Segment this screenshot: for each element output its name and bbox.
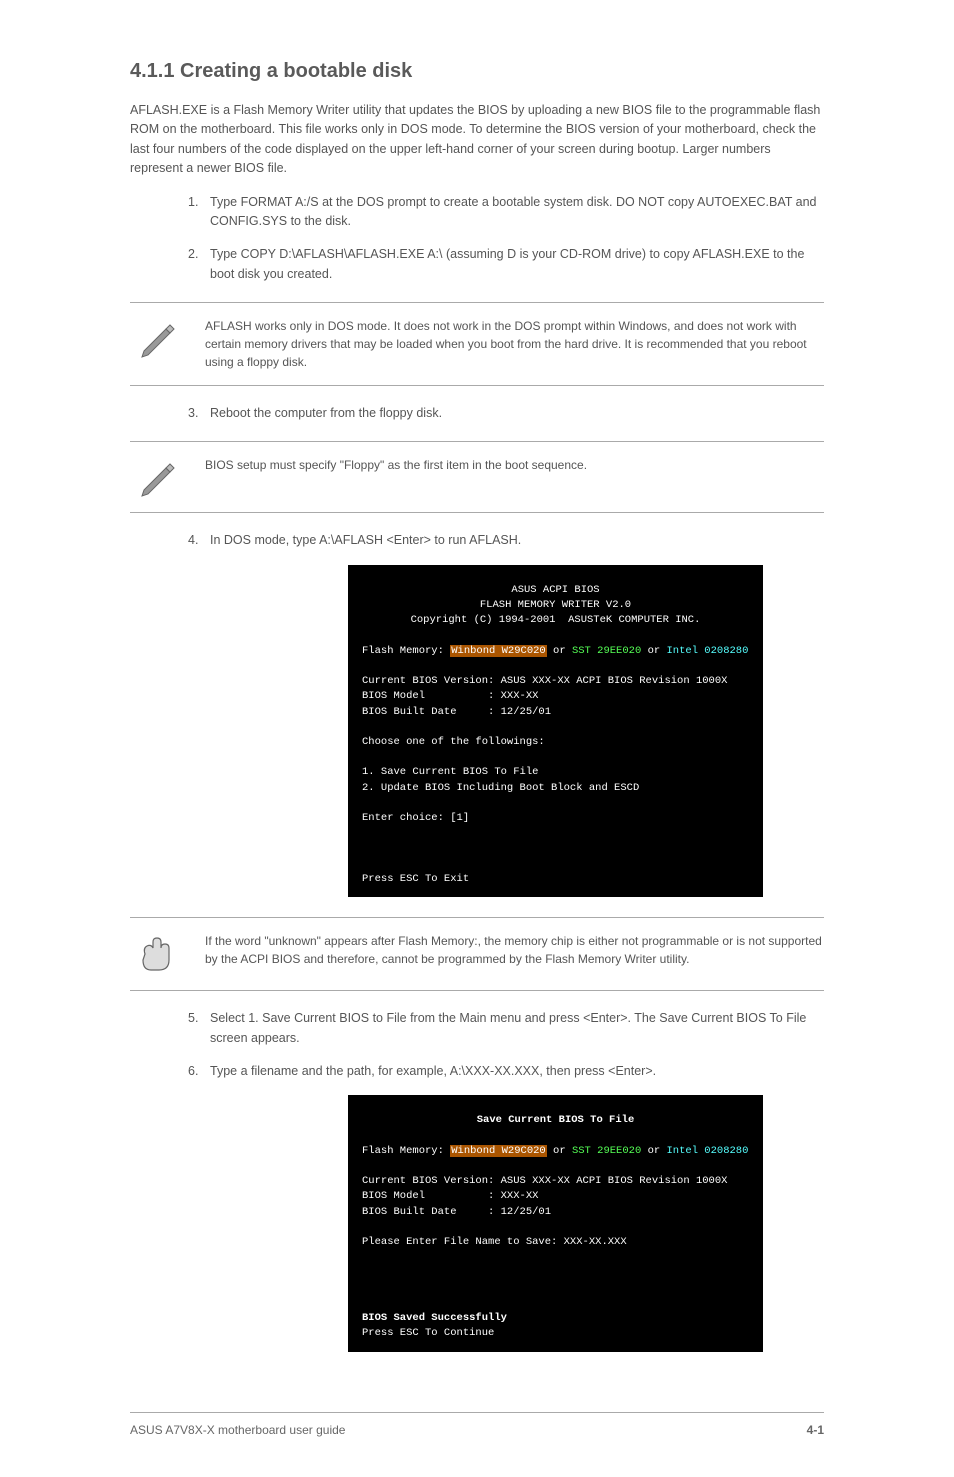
term1-title1: ASUS ACPI BIOS xyxy=(511,584,599,596)
step-2-text: Type COPY D:\AFLASH\AFLASH.EXE A:\ (assu… xyxy=(210,247,804,280)
term2-or1: or xyxy=(547,1145,572,1157)
term1-opt1: 1. Save Current BIOS To File xyxy=(362,766,538,778)
term2-date: BIOS Built Date : 12/25/01 xyxy=(362,1206,551,1218)
term2-flash-b: SST 29EE020 xyxy=(572,1145,641,1157)
footer-right: 4-1 xyxy=(807,1423,824,1437)
term1-flash-c: Intel 0208280 xyxy=(666,645,748,657)
term1-flash-b: SST 29EE020 xyxy=(572,645,641,657)
term1-title3: Copyright (C) 1994-2001 ASUSTeK COMPUTER… xyxy=(411,614,701,626)
intro-paragraph: AFLASH.EXE is a Flash Memory Writer util… xyxy=(130,101,824,179)
step-4-text: In DOS mode, type A:\AFLASH <Enter> to r… xyxy=(210,533,521,547)
term2-or2: or xyxy=(641,1145,666,1157)
term1-flash-label: Flash Memory: xyxy=(362,645,450,657)
note-2: BIOS setup must specify "Floppy" as the … xyxy=(130,441,824,513)
note-3-text: If the word "unknown" appears after Flas… xyxy=(205,932,824,968)
term1-opt2: 2. Update BIOS Including Boot Block and … xyxy=(362,782,639,794)
hand-icon xyxy=(133,934,183,976)
term2-saved: BIOS Saved Successfully xyxy=(362,1312,507,1324)
step-5-text: Select 1. Save Current BIOS to File from… xyxy=(210,1011,806,1044)
pen-icon xyxy=(136,319,180,359)
terminal-main-menu: ASUS ACPI BIOS FLASH MEMORY WRITER V2.0 … xyxy=(348,565,763,897)
step-6-text: Type a filename and the path, for exampl… xyxy=(210,1064,656,1078)
term1-esc: Press ESC To Exit xyxy=(362,873,469,885)
term2-prompt: Please Enter File Name to Save: XXX-XX.X… xyxy=(362,1236,627,1248)
term1-title2: FLASH MEMORY WRITER V2.0 xyxy=(480,599,631,611)
step-3: 3.Reboot the computer from the floppy di… xyxy=(130,404,824,423)
term1-or2: or xyxy=(641,645,666,657)
note-1: AFLASH works only in DOS mode. It does n… xyxy=(130,302,824,386)
step-4: 4.In DOS mode, type A:\AFLASH <Enter> to… xyxy=(130,531,824,550)
note-2-text: BIOS setup must specify "Floppy" as the … xyxy=(205,456,587,474)
term1-date: BIOS Built Date : 12/25/01 xyxy=(362,706,551,718)
term2-flash-label: Flash Memory: xyxy=(362,1145,450,1157)
term1-or1: or xyxy=(547,645,572,657)
page-footer: ASUS A7V8X-X motherboard user guide 4-1 xyxy=(130,1412,824,1437)
term1-ver: Current BIOS Version: ASUS XXX-XX ACPI B… xyxy=(362,675,727,687)
term1-flash-a: Winbond W29C020 xyxy=(450,645,547,657)
term1-enter: Enter choice: [1] xyxy=(362,812,469,824)
note-1-text: AFLASH works only in DOS mode. It does n… xyxy=(205,317,824,371)
step-1: 1.Type FORMAT A:/S at the DOS prompt to … xyxy=(130,193,824,232)
term2-model: BIOS Model : XXX-XX xyxy=(362,1190,538,1202)
term2-esc: Press ESC To Continue xyxy=(362,1327,494,1339)
note-3: If the word "unknown" appears after Flas… xyxy=(130,917,824,991)
pen-icon xyxy=(136,458,180,498)
step-1-text: Type FORMAT A:/S at the DOS prompt to cr… xyxy=(210,195,817,228)
terminal-save-bios: Save Current BIOS To File Flash Memory: … xyxy=(348,1095,763,1351)
term2-flash-c: Intel 0208280 xyxy=(666,1145,748,1157)
footer-left: ASUS A7V8X-X motherboard user guide xyxy=(130,1423,345,1437)
step-2: 2.Type COPY D:\AFLASH\AFLASH.EXE A:\ (as… xyxy=(130,245,824,284)
term1-choose: Choose one of the followings: xyxy=(362,736,545,748)
step-3-text: Reboot the computer from the floppy disk… xyxy=(210,406,442,420)
term2-flash-a: Winbond W29C020 xyxy=(450,1145,547,1157)
term1-model: BIOS Model : XXX-XX xyxy=(362,690,538,702)
heading-creating-bootable: 4.1.1 Creating a bootable disk xyxy=(130,60,824,83)
term2-title: Save Current BIOS To File xyxy=(477,1114,635,1126)
step-5: 5.Select 1. Save Current BIOS to File fr… xyxy=(130,1009,824,1048)
step-6: 6.Type a filename and the path, for exam… xyxy=(130,1062,824,1081)
term2-ver: Current BIOS Version: ASUS XXX-XX ACPI B… xyxy=(362,1175,727,1187)
